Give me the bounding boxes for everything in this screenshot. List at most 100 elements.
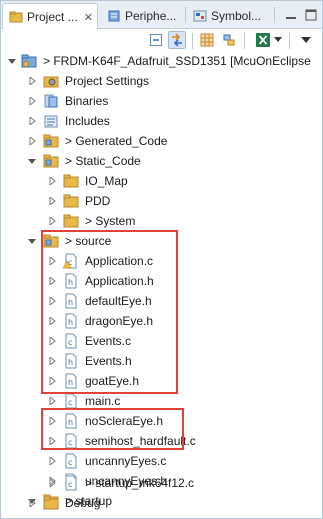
tree-item-label: uncannyEyes.c <box>85 454 167 468</box>
tree-item-label: Binaries <box>65 94 109 108</box>
svg-text:c: c <box>68 480 72 489</box>
svg-text:h: h <box>68 298 73 307</box>
chevron-right-icon[interactable] <box>47 436 57 446</box>
tree-item-file[interactable]: h dragonEye.h <box>1 311 322 331</box>
filter-icon[interactable] <box>198 31 216 49</box>
collapse-all-icon[interactable] <box>147 31 165 49</box>
maximize-icon[interactable] <box>302 6 320 24</box>
chevron-down-icon[interactable] <box>27 156 37 166</box>
chevron-right-icon[interactable] <box>47 316 57 326</box>
tree-item-label: Application.c <box>85 254 154 268</box>
chevron-right-icon[interactable] <box>47 376 57 386</box>
tree-item-label: dragonEye.h <box>85 314 154 328</box>
tree-item-label: goatEye.h <box>85 374 140 388</box>
tree-item-label: Events.c <box>85 334 132 348</box>
chevron-down-icon[interactable] <box>27 236 37 246</box>
chevron-right-icon[interactable] <box>47 356 57 366</box>
source-folder-icon <box>43 154 59 168</box>
tab-divider <box>185 7 186 23</box>
chevron-right-icon[interactable] <box>27 498 37 508</box>
chevron-right-icon[interactable] <box>47 336 57 346</box>
tree-item-debug[interactable]: Debug <box>1 493 322 513</box>
view-menu-icon[interactable] <box>297 31 315 49</box>
chevron-right-icon[interactable] <box>47 256 57 266</box>
h-file-icon: h <box>65 293 77 309</box>
settings-folder-icon <box>43 76 59 88</box>
source-folder-icon <box>43 234 59 248</box>
tree-item-file[interactable]: c Events.c <box>1 331 322 351</box>
chevron-right-icon[interactable] <box>47 396 57 406</box>
sync-icon[interactable] <box>220 31 238 49</box>
tree-item-label: defaultEye.h <box>85 294 152 308</box>
tree-item-binaries[interactable]: Binaries <box>1 91 322 111</box>
view-toolbar <box>1 29 322 51</box>
tree-item-file[interactable]: c Application.c <box>1 251 322 271</box>
close-icon[interactable]: ✕ <box>84 11 93 24</box>
tab-label: Symbol... <box>211 9 262 23</box>
tree-item-label: Debug <box>65 496 101 510</box>
tree-item-io-map[interactable]: IO_Map <box>1 171 322 191</box>
tree-item-label: Includes <box>65 114 110 128</box>
tab-label: Project ... <box>27 10 78 24</box>
tree-item-file[interactable]: h goatEye.h <box>1 371 322 391</box>
tab-project-explorer[interactable]: Project ... ✕ <box>2 3 98 30</box>
tree-item-system[interactable]: > System <box>1 211 322 231</box>
h-file-icon: h <box>65 313 77 329</box>
tree-item-label: > System <box>85 214 136 228</box>
tree-item-source[interactable]: > source <box>1 231 322 251</box>
tree-item-label: Application.h <box>85 274 154 288</box>
minimize-icon[interactable] <box>282 6 300 24</box>
chevron-right-icon[interactable] <box>47 416 57 426</box>
c-file-warning-icon: c <box>63 253 77 269</box>
tab-peripherals[interactable]: Periphe... <box>101 3 185 29</box>
tree-item-file[interactable]: h noScleraEye.h <box>1 411 322 431</box>
c-file-icon: c <box>65 475 77 491</box>
c-file-icon: c <box>65 453 77 469</box>
tree-item-static-code[interactable]: > Static_Code <box>1 151 322 171</box>
chevron-right-icon[interactable] <box>47 196 57 206</box>
tree-item-label: > Static_Code <box>65 154 141 168</box>
excel-icon[interactable] <box>254 31 272 49</box>
tree-item-file[interactable]: h defaultEye.h <box>1 291 322 311</box>
toolbar-divider <box>244 33 245 49</box>
svg-text:h: h <box>68 278 73 287</box>
tree-item-project[interactable]: > FRDM-K64F_Adafruit_SSD1351 [McuOnEclip… <box>1 51 322 71</box>
chevron-right-icon[interactable] <box>47 478 57 488</box>
chevron-right-icon[interactable] <box>27 136 37 146</box>
tree-item-label: IO_Map <box>85 174 128 188</box>
chevron-right-icon[interactable] <box>47 176 57 186</box>
tree-item-project-settings[interactable]: Project Settings <box>1 71 322 91</box>
chevron-down-icon[interactable] <box>272 31 284 49</box>
chevron-right-icon[interactable] <box>47 456 57 466</box>
svg-text:h: h <box>68 318 73 327</box>
tree-item-label: PDD <box>85 194 111 208</box>
tree-item-file[interactable]: c uncannyEyes.c <box>1 451 322 471</box>
link-with-editor-icon[interactable] <box>168 31 186 49</box>
tree-item-pdd[interactable]: PDD <box>1 191 322 211</box>
svg-text:c: c <box>68 458 72 467</box>
tree-item-file[interactable]: h Events.h <box>1 351 322 371</box>
c-file-icon: c <box>65 333 77 349</box>
chevron-right-icon[interactable] <box>47 276 57 286</box>
tab-divider <box>274 7 275 23</box>
tree-item-file[interactable]: h Application.h <box>1 271 322 291</box>
view-tab-bar: Project ... ✕ Periphe... Symbol... <box>1 1 322 30</box>
tree-item-file[interactable]: c semihost_hardfault.c <box>1 431 322 451</box>
chevron-right-icon[interactable] <box>27 116 37 126</box>
tree-item-file[interactable]: c main.c <box>1 391 322 411</box>
project-folder-icon <box>21 54 37 68</box>
folder-icon <box>63 194 79 208</box>
h-file-icon: h <box>65 273 77 289</box>
chevron-right-icon[interactable] <box>47 296 57 306</box>
chevron-down-icon[interactable] <box>7 56 17 66</box>
project-explorer-panel: Project ... ✕ Periphe... Symbol... > FRD… <box>0 0 323 519</box>
tree-item-startup-file[interactable]: c > startup_mk64f12.c <box>1 473 322 493</box>
chevron-right-icon[interactable] <box>47 216 57 226</box>
svg-text:c: c <box>68 438 72 447</box>
tree-item-generated-code[interactable]: > Generated_Code <box>1 131 322 151</box>
tree-item-includes[interactable]: Includes <box>1 111 322 131</box>
chevron-right-icon[interactable] <box>27 96 37 106</box>
chevron-right-icon[interactable] <box>27 76 37 86</box>
project-tree: > FRDM-K64F_Adafruit_SSD1351 [McuOnEclip… <box>1 51 322 519</box>
tab-symbol-viewer[interactable]: Symbol... <box>187 3 273 29</box>
